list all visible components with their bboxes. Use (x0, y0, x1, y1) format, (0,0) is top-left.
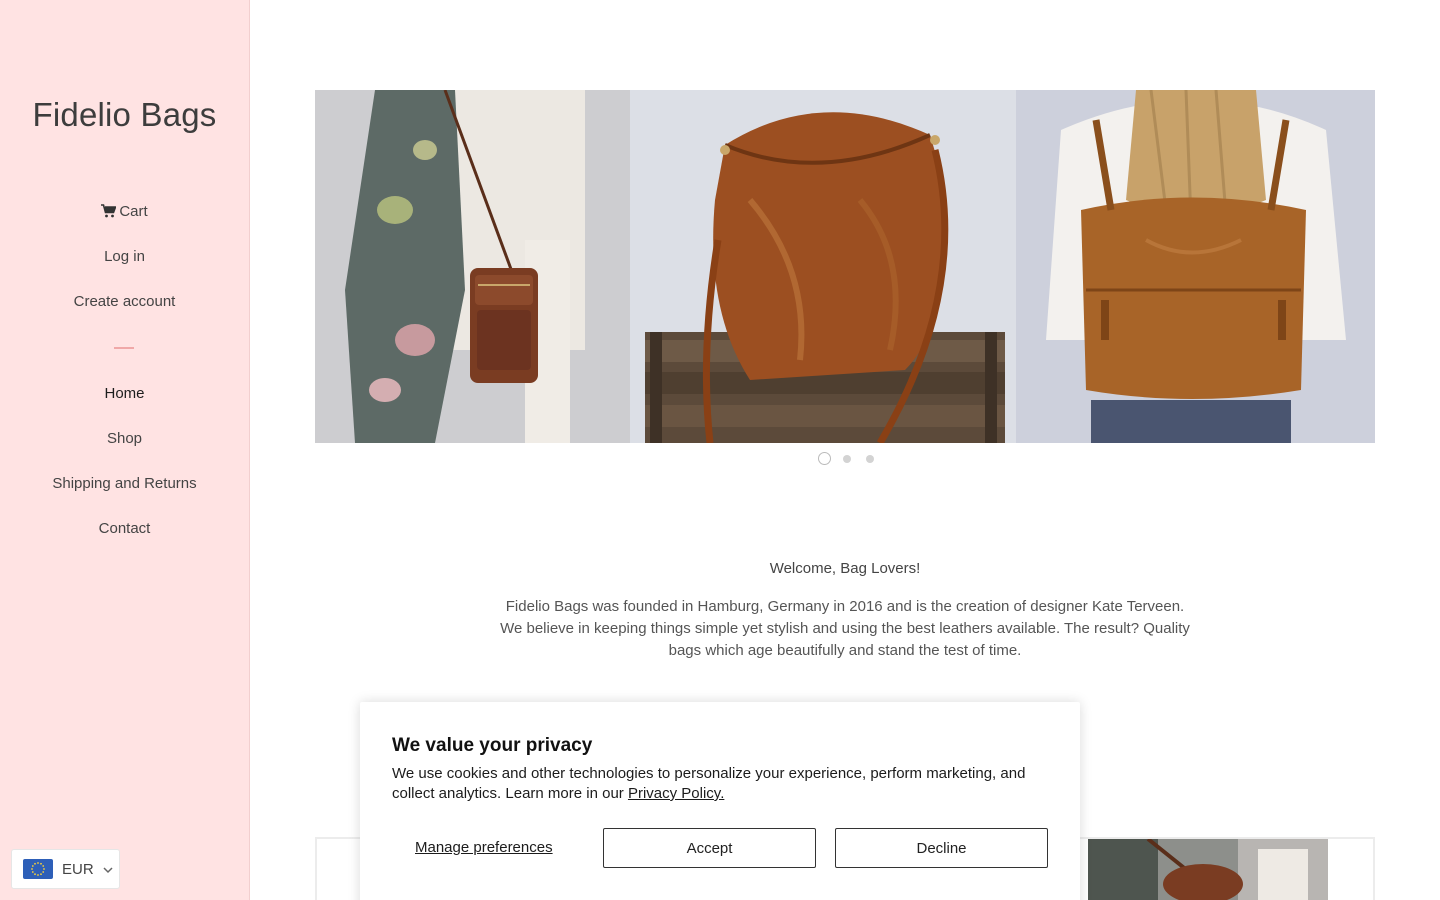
create-account-link[interactable]: Create account (0, 293, 249, 310)
nav-home[interactable]: Home (0, 385, 249, 402)
hero-slideshow[interactable] (315, 90, 1375, 443)
nav-shipping-returns[interactable]: Shipping and Returns (0, 475, 249, 492)
sidebar: Fidelio Bags Cart Log in Create account … (0, 0, 250, 900)
hero-image-backpack (1016, 90, 1375, 443)
slide-dot-1[interactable] (818, 452, 831, 465)
cookie-title: We value your privacy (392, 735, 593, 756)
slide-dot-3[interactable] (866, 454, 874, 463)
cookie-description: We use cookies and other technologies to… (392, 764, 1052, 804)
nav-shop[interactable]: Shop (0, 430, 249, 447)
decline-button[interactable]: Decline (835, 828, 1048, 868)
currency-code: EUR (62, 860, 94, 878)
privacy-policy-link[interactable]: Privacy Policy. (628, 785, 724, 802)
slide-dot-2[interactable] (843, 454, 851, 463)
cart-label: Cart (119, 203, 148, 220)
slideshow-pagination (818, 452, 877, 465)
accept-button[interactable]: Accept (603, 828, 816, 868)
sidebar-divider (114, 347, 134, 349)
chevron-down-icon (103, 861, 113, 878)
manage-preferences-link[interactable]: Manage preferences (415, 839, 553, 856)
welcome-heading: Welcome, Bag Lovers! (769, 560, 921, 577)
eu-flag-icon (23, 859, 53, 879)
login-link[interactable]: Log in (0, 248, 249, 265)
cart-icon (101, 204, 117, 222)
hero-image-crossbody (315, 90, 630, 443)
cookie-consent-banner: We value your privacy We use cookies and… (360, 702, 1080, 900)
nav-contact[interactable]: Contact (0, 520, 249, 537)
cart-link[interactable]: Cart (0, 203, 249, 222)
welcome-body-text: Fidelio Bags was founded in Hamburg, Ger… (500, 598, 1190, 659)
currency-selector[interactable]: EUR (11, 849, 120, 889)
hero-image-tote (630, 90, 1016, 443)
product-thumbnail[interactable] (1088, 839, 1328, 900)
brand-logo[interactable]: Fidelio Bags (0, 96, 249, 134)
